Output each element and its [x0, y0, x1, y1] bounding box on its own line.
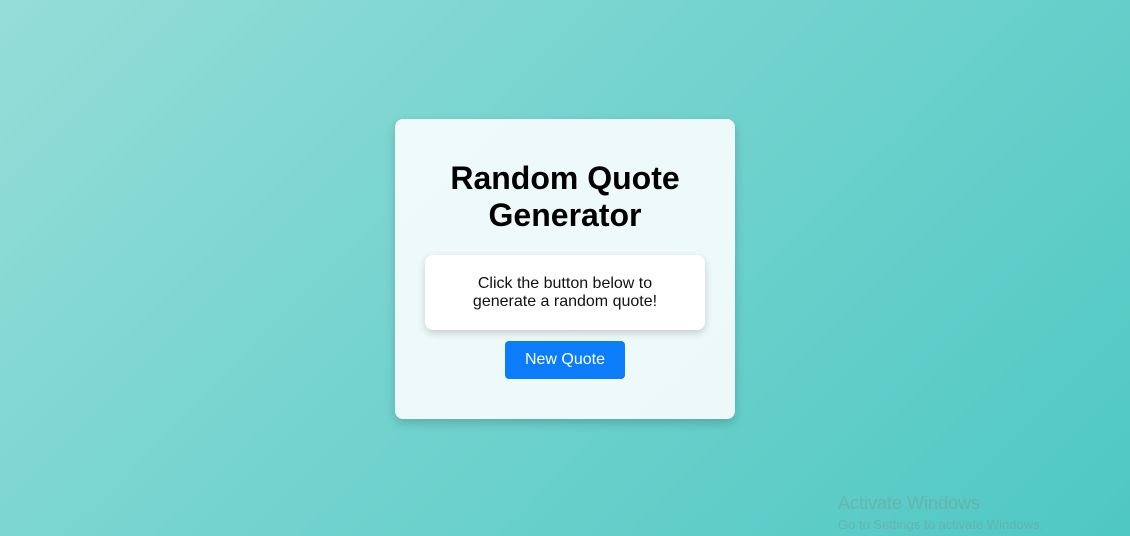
watermark-title: Activate Windows	[838, 493, 981, 513]
quote-text: Click the button below to generate a ran…	[472, 274, 658, 310]
activate-windows-watermark: Activate Windows Go to Settings to activ…	[838, 493, 1043, 534]
quote-box: Click the button below to generate a ran…	[425, 255, 705, 330]
page-title: Random Quote Generator	[450, 160, 680, 233]
quote-card: Random Quote Generator Click the button …	[395, 119, 735, 419]
watermark-subtitle: Go to Settings to activate Windows.	[838, 517, 1044, 532]
new-quote-button[interactable]: New Quote	[505, 341, 625, 379]
